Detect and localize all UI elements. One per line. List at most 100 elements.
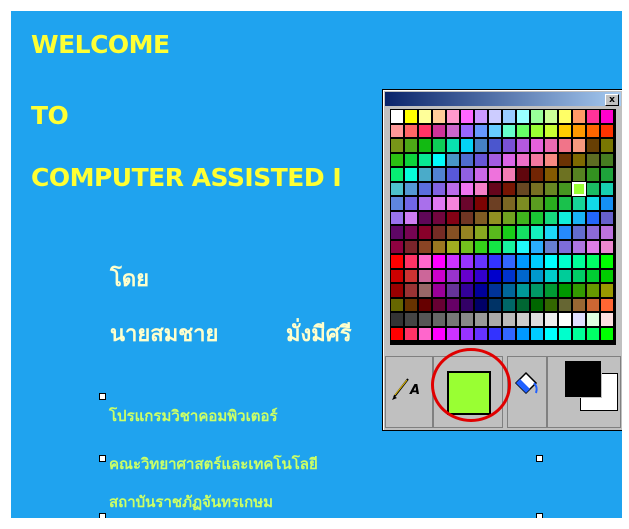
color-swatch[interactable] — [544, 167, 558, 182]
color-swatch[interactable] — [586, 254, 600, 269]
color-swatch[interactable] — [488, 123, 502, 138]
color-swatch[interactable] — [502, 138, 516, 153]
color-swatch[interactable] — [558, 181, 572, 196]
color-swatch[interactable] — [488, 326, 502, 341]
color-swatch[interactable] — [600, 109, 614, 124]
color-swatch[interactable] — [530, 239, 544, 254]
color-swatch[interactable] — [446, 167, 460, 182]
color-swatch[interactable] — [502, 181, 516, 196]
color-swatch[interactable] — [558, 239, 572, 254]
color-swatch[interactable] — [586, 283, 600, 298]
color-swatch[interactable] — [586, 138, 600, 153]
color-swatch[interactable] — [600, 297, 614, 312]
color-swatch[interactable] — [488, 181, 502, 196]
color-swatch[interactable] — [502, 152, 516, 167]
color-swatch[interactable] — [460, 167, 474, 182]
color-swatch[interactable] — [446, 181, 460, 196]
color-swatch[interactable] — [600, 312, 614, 327]
color-swatch[interactable] — [544, 283, 558, 298]
color-swatch[interactable] — [446, 138, 460, 153]
color-swatch[interactable] — [572, 254, 586, 269]
color-swatch[interactable] — [530, 268, 544, 283]
color-swatch[interactable] — [530, 210, 544, 225]
color-swatch[interactable] — [572, 196, 586, 211]
color-swatch[interactable] — [530, 109, 544, 124]
color-swatch[interactable] — [516, 123, 530, 138]
color-swatch[interactable] — [488, 312, 502, 327]
color-swatch[interactable] — [516, 152, 530, 167]
color-swatch[interactable] — [516, 196, 530, 211]
color-swatch[interactable] — [502, 123, 516, 138]
color-swatch[interactable] — [390, 312, 404, 327]
color-swatch[interactable] — [572, 210, 586, 225]
color-swatch[interactable] — [586, 326, 600, 341]
color-swatch[interactable] — [558, 210, 572, 225]
color-swatch[interactable] — [432, 181, 446, 196]
color-swatch[interactable] — [460, 196, 474, 211]
color-swatch[interactable] — [516, 254, 530, 269]
color-swatch[interactable] — [418, 297, 432, 312]
color-swatch[interactable] — [390, 196, 404, 211]
color-swatch[interactable] — [390, 326, 404, 341]
color-swatch[interactable] — [544, 326, 558, 341]
color-swatch[interactable] — [600, 225, 614, 240]
color-swatch[interactable] — [390, 254, 404, 269]
color-swatch[interactable] — [488, 297, 502, 312]
color-swatch[interactable] — [404, 123, 418, 138]
color-swatch[interactable] — [404, 181, 418, 196]
color-swatch[interactable] — [446, 225, 460, 240]
color-swatch[interactable] — [544, 196, 558, 211]
color-swatch[interactable] — [572, 167, 586, 182]
color-swatch[interactable] — [558, 254, 572, 269]
selection-handle-mid-right[interactable] — [536, 455, 543, 462]
color-swatch[interactable] — [516, 225, 530, 240]
color-swatch[interactable] — [530, 225, 544, 240]
color-swatch[interactable] — [418, 225, 432, 240]
color-swatch[interactable] — [558, 196, 572, 211]
fill-tool-slot[interactable] — [507, 356, 547, 428]
color-swatch[interactable] — [516, 283, 530, 298]
color-swatch[interactable] — [530, 297, 544, 312]
color-swatch[interactable] — [586, 123, 600, 138]
color-swatch[interactable] — [474, 181, 488, 196]
color-swatch[interactable] — [600, 196, 614, 211]
color-swatch[interactable] — [404, 254, 418, 269]
color-swatch[interactable] — [390, 138, 404, 153]
color-swatch[interactable] — [446, 283, 460, 298]
color-swatch[interactable] — [516, 210, 530, 225]
color-swatch[interactable] — [418, 326, 432, 341]
color-swatch[interactable] — [544, 138, 558, 153]
color-swatch[interactable] — [474, 138, 488, 153]
color-swatch[interactable] — [390, 268, 404, 283]
color-swatch[interactable] — [390, 152, 404, 167]
color-swatch[interactable] — [432, 326, 446, 341]
institute-text[interactable]: สถาบันราชภัฏจันทรเกษม — [109, 490, 273, 514]
color-swatch[interactable] — [474, 123, 488, 138]
color-swatch[interactable] — [558, 283, 572, 298]
color-swatch[interactable] — [474, 326, 488, 341]
color-swatch[interactable] — [488, 268, 502, 283]
color-swatch[interactable] — [418, 254, 432, 269]
color-swatch[interactable] — [600, 283, 614, 298]
color-swatch[interactable] — [530, 152, 544, 167]
color-swatch[interactable] — [572, 109, 586, 124]
color-swatch[interactable] — [586, 210, 600, 225]
color-swatch[interactable] — [558, 268, 572, 283]
selected-color-swatch[interactable] — [572, 181, 586, 196]
color-swatch[interactable] — [474, 210, 488, 225]
color-swatch[interactable] — [446, 326, 460, 341]
color-swatch[interactable] — [432, 109, 446, 124]
color-swatch[interactable] — [530, 196, 544, 211]
color-swatch[interactable] — [474, 283, 488, 298]
color-swatch[interactable] — [516, 312, 530, 327]
color-swatch[interactable] — [558, 138, 572, 153]
color-swatch[interactable] — [446, 254, 460, 269]
color-swatch[interactable] — [432, 225, 446, 240]
color-swatch[interactable] — [530, 167, 544, 182]
color-swatch[interactable] — [502, 225, 516, 240]
color-swatch[interactable] — [446, 152, 460, 167]
color-swatch[interactable] — [446, 297, 460, 312]
color-swatch[interactable] — [418, 312, 432, 327]
color-swatch[interactable] — [572, 152, 586, 167]
color-swatch[interactable] — [600, 123, 614, 138]
